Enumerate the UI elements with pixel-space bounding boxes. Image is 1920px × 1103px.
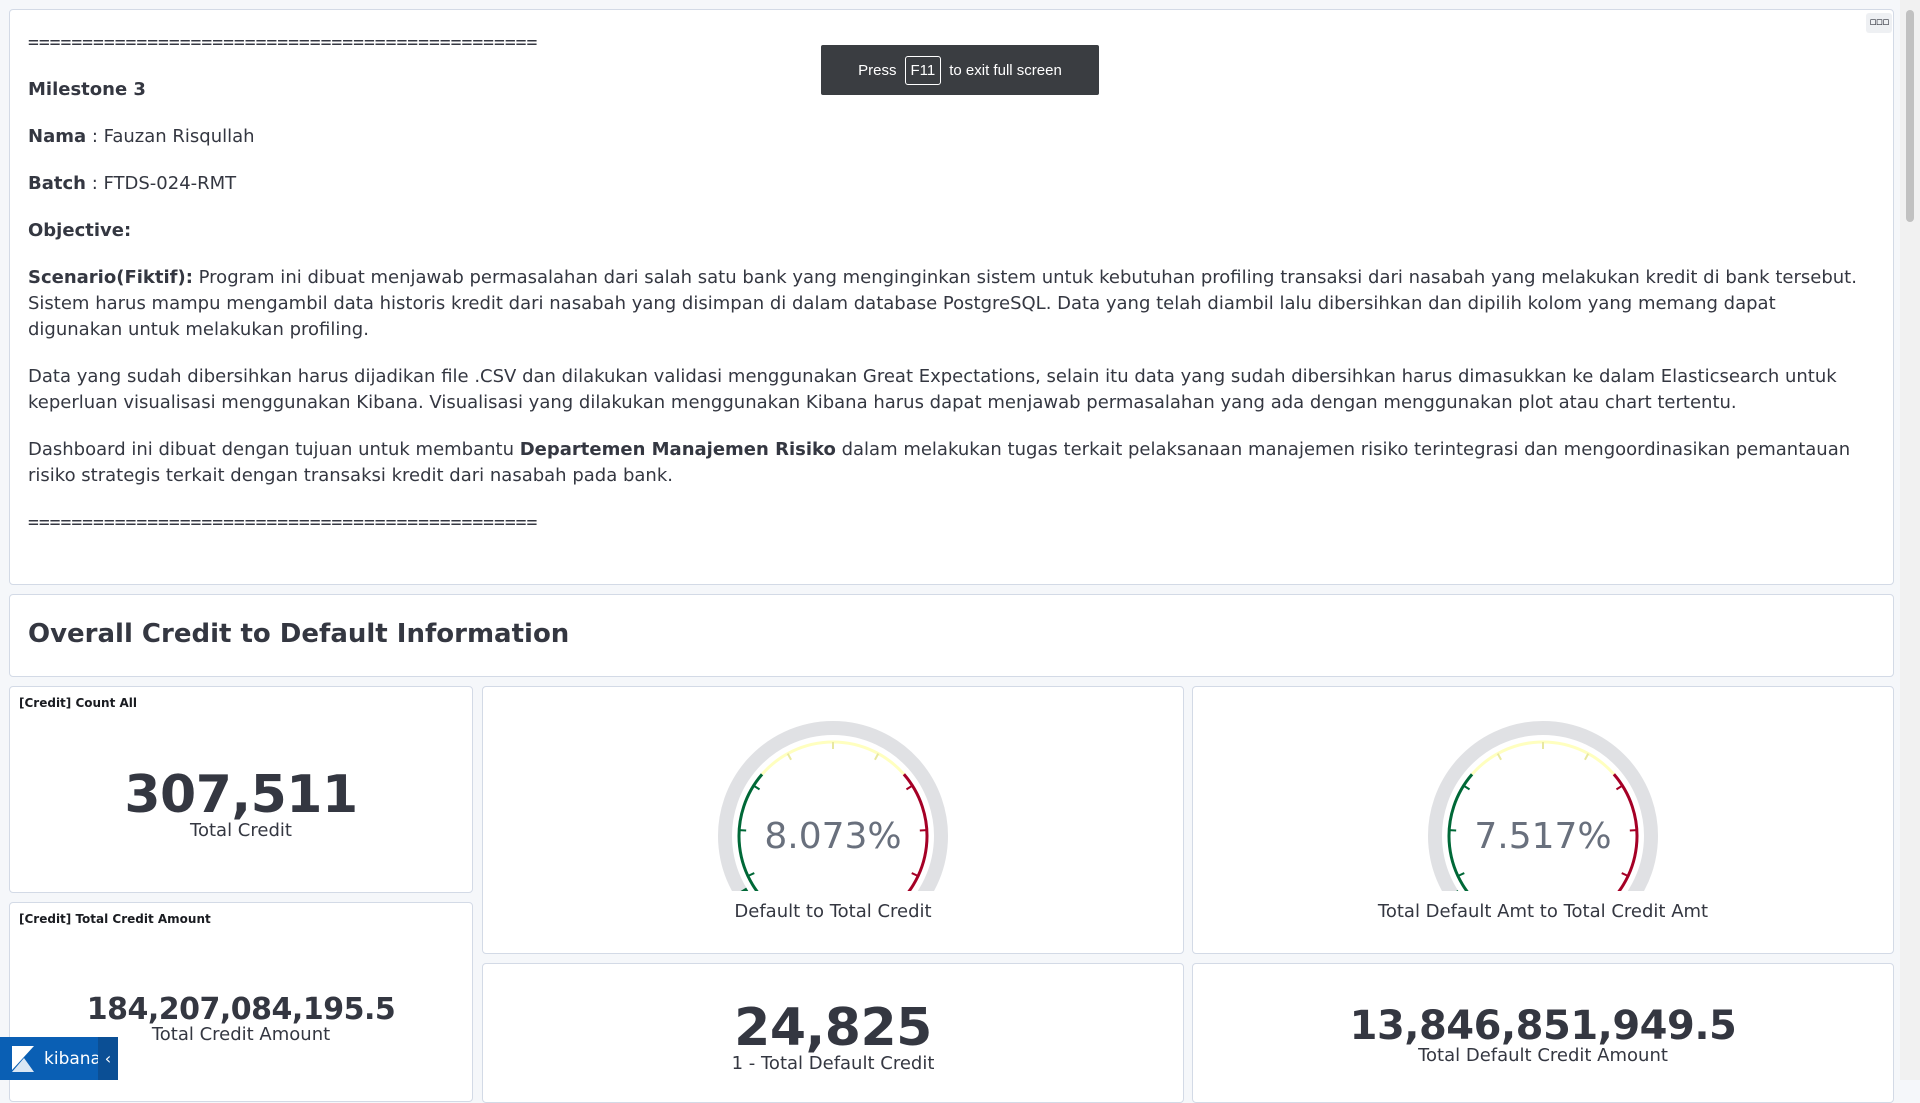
f11-key: F11	[905, 56, 942, 85]
metric-value: 307,511	[10, 769, 472, 821]
total-default-credit-panel: 24,825 1 - Total Default Credit	[482, 963, 1184, 1103]
toast-press-text: Press	[858, 62, 896, 79]
metric-label: Total Credit	[10, 821, 472, 841]
scenario-paragraph: Scenario(Fiktif): Program ini dibuat men…	[28, 265, 1875, 343]
toast-suffix-text: to exit full screen	[949, 62, 1062, 79]
gauge-tick	[1616, 786, 1622, 790]
gauge-tick	[788, 754, 791, 760]
metric-value: 24,825	[483, 1002, 1183, 1054]
collapse-chevron-icon[interactable]: ‹	[98, 1037, 118, 1080]
gauge-label: Default to Total Credit	[483, 901, 1183, 922]
section-header-panel: Overall Credit to Default Information	[9, 594, 1894, 677]
scrollbar-thumb[interactable]	[1906, 10, 1914, 222]
validation-paragraph: Data yang sudah dibersihkan harus dijadi…	[28, 364, 1875, 416]
metric-label: Total Default Credit Amount	[1193, 1046, 1893, 1066]
gauge-chart: 7.517%	[1418, 711, 1668, 891]
gauge-tick	[1464, 786, 1470, 790]
gauge-tick	[912, 873, 918, 876]
gauge-label: Total Default Amt to Total Credit Amt	[1193, 901, 1893, 922]
gauge-tick	[1498, 754, 1501, 760]
gauge-tick	[875, 754, 878, 760]
gauge-track	[725, 728, 941, 891]
section-title: Overall Credit to Default Information	[28, 619, 569, 649]
metric-value: 13,846,851,949.5	[1193, 1006, 1893, 1046]
gauge-tick	[754, 786, 760, 790]
kibana-logo-icon	[8, 1044, 38, 1074]
count-all-panel: [Credit] Count All 307,511 Total Credit	[9, 686, 473, 893]
purpose-paragraph: Dashboard ini dibuat dengan tujuan untuk…	[28, 437, 1875, 489]
gauge-tick	[1585, 754, 1588, 760]
nama-line: Nama : Fauzan Risqullah	[28, 124, 1875, 150]
panel-title: [Credit] Count All	[19, 696, 137, 710]
gauge-tick	[906, 786, 912, 790]
gauge-tick	[1622, 873, 1628, 876]
objective-line: Objective:	[28, 218, 1875, 244]
panel-options-button[interactable]: ▫▫▫	[1866, 13, 1892, 33]
total-default-amount-panel: 13,846,851,949.5 Total Default Credit Am…	[1192, 963, 1894, 1103]
gauge-tick	[1458, 873, 1464, 876]
metric-value: 184,207,084,195.5	[10, 995, 472, 1025]
gauge-chart: 8.073%	[708, 711, 958, 891]
gauge-value-text: 8.073%	[764, 816, 901, 857]
default-ratio-gauge-panel: 8.073% Default to Total Credit	[482, 686, 1184, 954]
default-amount-ratio-gauge-panel: 7.517% Total Default Amt to Total Credit…	[1192, 686, 1894, 954]
gauge-value-text: 7.517%	[1474, 816, 1611, 857]
gauge-track	[1435, 728, 1651, 891]
metric-label: 1 - Total Default Credit	[483, 1054, 1183, 1074]
kibana-name: kibana	[44, 1049, 101, 1069]
gauge-tick	[748, 873, 754, 876]
markdown-panel: ▫▫▫ ====================================…	[9, 9, 1894, 585]
page-scrollbar[interactable]	[1900, 0, 1920, 1080]
fullscreen-exit-toast: Press F11 to exit full screen	[821, 45, 1099, 95]
kibana-badge[interactable]: kibana ‹	[0, 1037, 118, 1080]
separator-bottom: ========================================…	[28, 510, 1875, 536]
panel-title: [Credit] Total Credit Amount	[19, 912, 211, 926]
batch-line: Batch : FTDS-024-RMT	[28, 171, 1875, 197]
